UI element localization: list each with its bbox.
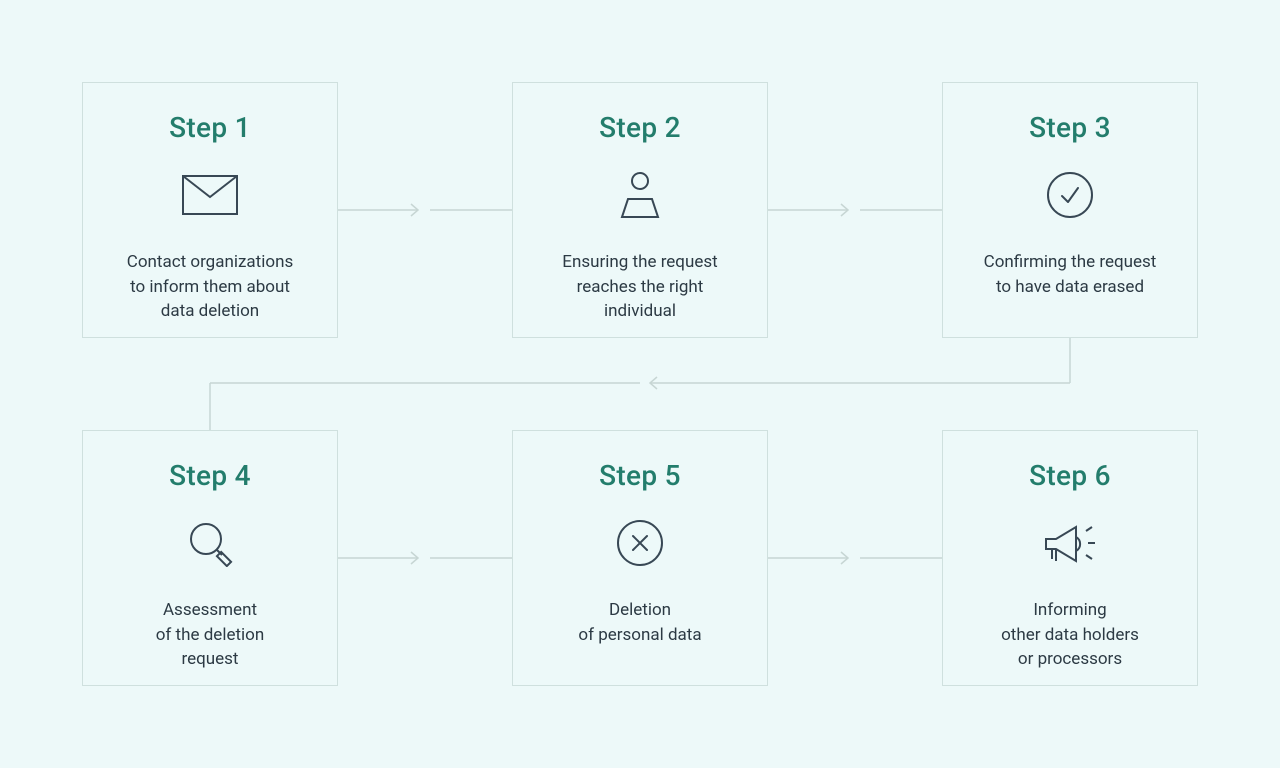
- step-6-title: Step 6: [1029, 459, 1111, 492]
- step-3-title: Step 3: [1029, 111, 1111, 144]
- arrow-5-to-6: [768, 550, 942, 566]
- step-card-1: Step 1 Contact organizations to inform t…: [82, 82, 338, 338]
- x-circle-icon: [616, 514, 664, 572]
- step-card-3: Step 3 Confirming the request to have da…: [942, 82, 1198, 338]
- step-3-desc: Confirming the request to have data eras…: [966, 250, 1175, 299]
- step-card-4: Step 4 Assessment of the deletion reques…: [82, 430, 338, 686]
- step-1-desc: Contact organizations to inform them abo…: [109, 250, 311, 324]
- step-card-6: Step 6 Informing other data holders or p…: [942, 430, 1198, 686]
- envelope-icon: [182, 166, 238, 224]
- arrow-3-to-4: [200, 338, 1080, 438]
- step-6-desc: Informing other data holders or processo…: [983, 598, 1157, 672]
- check-circle-icon: [1046, 166, 1094, 224]
- step-4-desc: Assessment of the deletion request: [138, 598, 283, 672]
- arrow-2-to-3: [768, 202, 942, 218]
- person-icon: [614, 166, 666, 224]
- magnifier-icon: [186, 514, 234, 572]
- step-card-2: Step 2 Ensuring the request reaches the …: [512, 82, 768, 338]
- step-4-title: Step 4: [169, 459, 251, 492]
- step-card-5: Step 5 Deletion of personal data: [512, 430, 768, 686]
- step-5-title: Step 5: [599, 459, 681, 492]
- megaphone-icon: [1040, 514, 1100, 572]
- arrow-4-to-5: [338, 550, 512, 566]
- arrow-1-to-2: [338, 202, 512, 218]
- step-2-title: Step 2: [599, 111, 681, 144]
- step-1-title: Step 1: [169, 111, 251, 144]
- step-5-desc: Deletion of personal data: [560, 598, 719, 647]
- step-2-desc: Ensuring the request reaches the right i…: [544, 250, 735, 324]
